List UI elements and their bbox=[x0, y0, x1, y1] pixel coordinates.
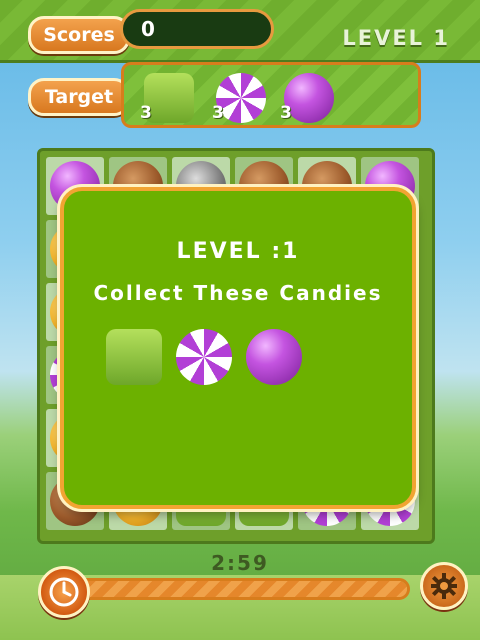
target-count: 3 bbox=[140, 103, 152, 123]
target-item: 3 bbox=[212, 73, 268, 125]
level-indicator: LEVEL 1 bbox=[342, 26, 450, 50]
target-count: 3 bbox=[212, 103, 224, 123]
dialog-level-title: LEVEL :1 bbox=[176, 239, 300, 264]
level-intro-dialog[interactable]: LEVEL :1 Collect These Candies bbox=[60, 187, 416, 509]
dialog-message: Collect These Candies bbox=[93, 281, 383, 305]
green-square-candy-icon bbox=[106, 329, 162, 385]
target-panel: 3 3 3 bbox=[121, 62, 421, 128]
scores-label: Scores bbox=[28, 16, 130, 54]
clock-icon bbox=[38, 566, 90, 618]
purple-swirl-candy-icon bbox=[176, 329, 232, 385]
time-progress-fill bbox=[73, 581, 407, 597]
target-count: 3 bbox=[280, 103, 292, 123]
target-label: Target bbox=[28, 78, 130, 116]
time-progress-bar bbox=[70, 578, 410, 600]
target-item: 3 bbox=[140, 73, 196, 125]
purple-round-candy-icon bbox=[246, 329, 302, 385]
settings-gear-icon[interactable] bbox=[420, 562, 468, 610]
score-value: 0 bbox=[120, 9, 274, 49]
target-item: 3 bbox=[280, 73, 336, 125]
